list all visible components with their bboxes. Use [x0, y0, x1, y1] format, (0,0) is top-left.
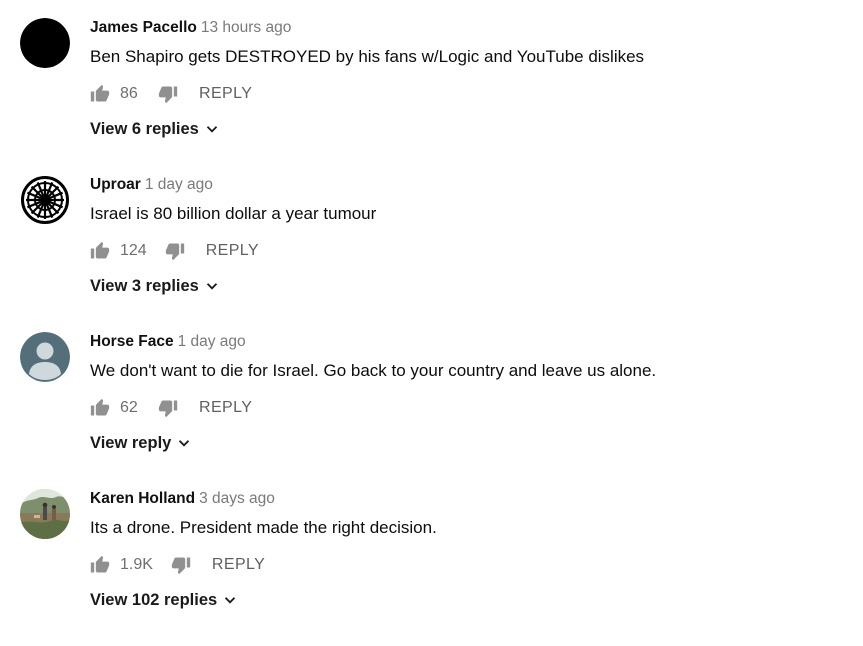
thumbs-up-icon[interactable]: [90, 555, 110, 575]
avatar[interactable]: [20, 18, 70, 68]
author-name[interactable]: James Pacello: [90, 19, 197, 36]
comment-actions: 1.9K REPLY: [90, 553, 265, 577]
like-count: 62: [120, 399, 138, 416]
thumbs-down-icon[interactable]: [158, 84, 178, 104]
comment-actions: 86 REPLY: [90, 82, 252, 106]
view-replies-label: View 102 replies: [90, 591, 218, 609]
comment-actions: 124 REPLY: [90, 239, 259, 263]
avatar-image: [20, 18, 70, 68]
view-replies-button[interactable]: View 6 replies: [90, 117, 218, 141]
author-name[interactable]: Karen Holland: [90, 490, 195, 507]
thumbs-up-icon[interactable]: [90, 84, 110, 104]
view-replies-button[interactable]: View 102 replies: [90, 588, 236, 612]
chevron-down-icon: [206, 280, 218, 292]
view-replies-button[interactable]: View 3 replies: [90, 274, 218, 298]
like-count: 86: [120, 85, 138, 102]
comment-thread: Karen Holland 3 days ago Its a drone. Pre…: [0, 489, 863, 646]
default-person-icon: [20, 332, 70, 382]
chevron-down-icon: [178, 437, 190, 449]
like-count: 1.9K: [120, 556, 153, 573]
comment-text: Ben Shapiro gets DESTROYED by his fans w…: [90, 47, 645, 66]
chevron-down-icon: [206, 123, 218, 135]
reply-button[interactable]: REPLY: [212, 556, 265, 574]
sunwheel-emblem-icon: [20, 175, 70, 225]
comment-header: Horse Face 1 day ago: [90, 332, 246, 352]
comment-time[interactable]: 1 day ago: [178, 333, 246, 350]
comment-thread: Horse Face 1 day ago We don't want to die…: [0, 332, 863, 489]
view-replies-label: View 3 replies: [90, 277, 199, 295]
thumbs-up-icon[interactable]: [90, 398, 110, 418]
comment-thread: James Pacello 13 hours ago Ben Shapiro ge…: [0, 18, 863, 175]
comment-text: Its a drone. President made the right de…: [90, 518, 437, 537]
author-name[interactable]: Uproar: [90, 176, 141, 193]
comment-time[interactable]: 1 day ago: [145, 176, 213, 193]
author-name[interactable]: Horse Face: [90, 333, 174, 350]
comment-time[interactable]: 13 hours ago: [201, 19, 292, 36]
reply-button[interactable]: REPLY: [206, 242, 259, 260]
comment-time[interactable]: 3 days ago: [199, 490, 275, 507]
reply-button[interactable]: REPLY: [199, 399, 252, 417]
outdoor-photo-icon: [20, 489, 70, 539]
comment-thread: Uproar 1 day ago Israel is 80 billion dol…: [0, 175, 863, 332]
avatar[interactable]: [20, 175, 70, 225]
thumbs-down-icon[interactable]: [165, 241, 185, 261]
thumbs-down-icon[interactable]: [158, 398, 178, 418]
reply-button[interactable]: REPLY: [199, 85, 252, 103]
comment-text: We don't want to die for Israel. Go back…: [90, 361, 657, 380]
avatar[interactable]: [20, 332, 70, 382]
comment-header: Uproar 1 day ago: [90, 175, 213, 195]
view-replies-label: View 6 replies: [90, 120, 199, 138]
view-replies-label: View reply: [90, 434, 172, 452]
comment-header: Karen Holland 3 days ago: [90, 489, 275, 509]
thumbs-up-icon[interactable]: [90, 241, 110, 261]
chevron-down-icon: [224, 594, 236, 606]
comment-actions: 62 REPLY: [90, 396, 252, 420]
comment-text: Israel is 80 billion dollar a year tumou…: [90, 204, 377, 223]
view-replies-button[interactable]: View reply: [90, 431, 190, 455]
thumbs-down-icon[interactable]: [171, 555, 191, 575]
avatar[interactable]: [20, 489, 70, 539]
like-count: 124: [120, 242, 147, 259]
comment-header: James Pacello 13 hours ago: [90, 18, 291, 38]
